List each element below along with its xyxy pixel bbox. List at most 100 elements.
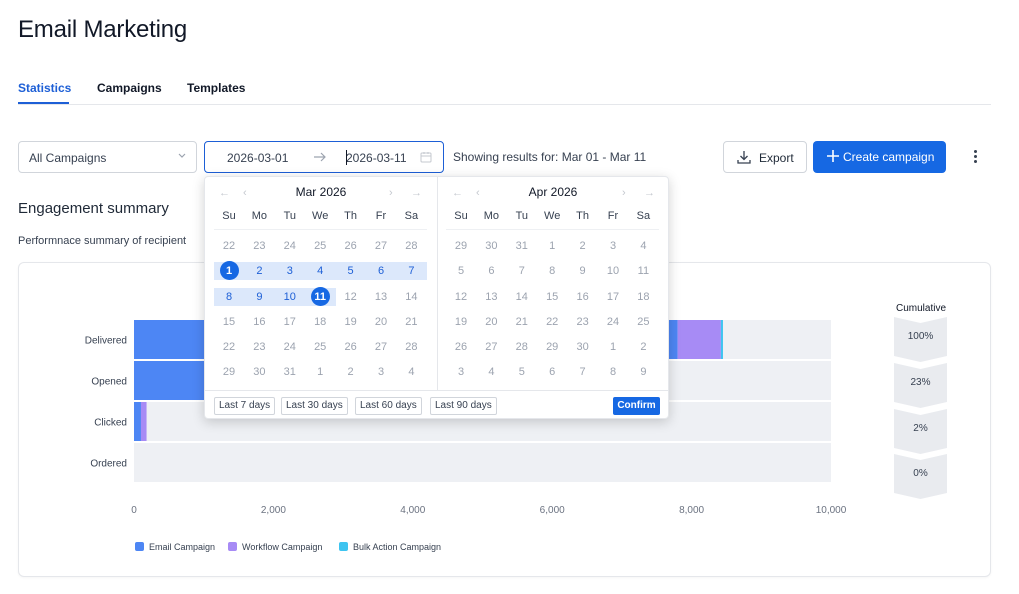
calendar-day[interactable]: 6 [537,363,567,381]
calendar-day[interactable]: 4 [628,237,658,255]
next-month-icon[interactable]: › [389,187,393,199]
calendar-day[interactable]: 8 [214,288,244,306]
legend-item[interactable]: Bulk Action Campaign [339,542,441,552]
calendar-day[interactable]: 26 [446,338,476,356]
calendar-day[interactable]: 3 [366,363,396,381]
calendar-day[interactable]: 19 [336,313,366,331]
next-year-icon[interactable]: → [411,187,422,199]
calendar-day[interactable]: 17 [598,288,628,306]
confirm-button[interactable]: Confirm [613,397,660,415]
calendar-day[interactable]: 19 [446,313,476,331]
calendar-day[interactable]: 8 [598,363,628,381]
calendar-day[interactable]: 31 [275,363,305,381]
calendar-day[interactable]: 2 [336,363,366,381]
calendar-day[interactable]: 3 [446,363,476,381]
calendar-day[interactable]: 28 [396,338,426,356]
preset-last-7-days[interactable]: Last 7 days [214,397,276,415]
calendar-day[interactable]: 14 [507,288,537,306]
calendar-day[interactable]: 28 [507,338,537,356]
prev-month-icon[interactable]: ‹ [476,187,480,199]
calendar-day[interactable]: 5 [446,262,476,280]
calendar-day[interactable]: 27 [476,338,506,356]
calendar-day[interactable]: 22 [537,313,567,331]
calendar-day[interactable]: 25 [305,338,335,356]
calendar-day[interactable]: 29 [537,338,567,356]
calendar-day[interactable]: 27 [366,237,396,255]
calendar-day[interactable]: 2 [628,338,658,356]
calendar-day[interactable]: 29 [214,363,244,381]
calendar-day[interactable]: 30 [244,363,274,381]
calendar-day[interactable]: 25 [305,237,335,255]
calendar-day[interactable]: 29 [446,237,476,255]
calendar-day[interactable]: 9 [628,363,658,381]
calendar-day[interactable]: 12 [336,288,366,306]
calendar-day[interactable]: 11 [628,262,658,280]
calendar-day[interactable]: 21 [396,313,426,331]
calendar-day[interactable]: 2 [568,237,598,255]
calendar-day[interactable]: 15 [214,313,244,331]
calendar-day[interactable]: 18 [628,288,658,306]
next-month-icon[interactable]: › [622,187,626,199]
calendar-day[interactable]: 12 [446,288,476,306]
calendar-day[interactable]: 25 [628,313,658,331]
calendar-day[interactable]: 23 [568,313,598,331]
calendar-day[interactable]: 3 [275,262,305,280]
calendar-day[interactable]: 31 [507,237,537,255]
calendar-day[interactable]: 6 [366,262,396,280]
calendar-day[interactable]: 7 [507,262,537,280]
calendar-day[interactable]: 1 [537,237,567,255]
calendar-day[interactable]: 7 [396,262,426,280]
calendar-day[interactable]: 6 [476,262,506,280]
prev-year-icon[interactable]: ← [219,187,230,199]
calendar-day[interactable]: 24 [275,237,305,255]
preset-last-30-days[interactable]: Last 30 days [281,397,348,415]
calendar-day[interactable]: 16 [568,288,598,306]
preset-last-90-days[interactable]: Last 90 days [430,397,497,415]
calendar-day[interactable]: 18 [305,313,335,331]
calendar-day[interactable]: 15 [537,288,567,306]
calendar-day[interactable]: 30 [568,338,598,356]
calendar-day[interactable]: 9 [244,288,274,306]
calendar-day[interactable]: 23 [244,237,274,255]
calendar-day[interactable]: 3 [598,237,628,255]
calendar-day[interactable]: 22 [214,237,244,255]
calendar-day[interactable]: 16 [244,313,274,331]
calendar-day[interactable]: 27 [366,338,396,356]
calendar-day[interactable]: 30 [476,237,506,255]
calendar-day[interactable]: 1 [598,338,628,356]
calendar-day[interactable]: 4 [396,363,426,381]
calendar-day[interactable]: 22 [214,338,244,356]
calendar-day[interactable]: 14 [396,288,426,306]
calendar-day[interactable]: 17 [275,313,305,331]
calendar-day[interactable]: 2 [244,262,274,280]
calendar-day[interactable]: 24 [275,338,305,356]
calendar-day[interactable]: 5 [507,363,537,381]
prev-month-icon[interactable]: ‹ [243,187,247,199]
calendar-day[interactable]: 13 [476,288,506,306]
calendar-day[interactable]: 24 [598,313,628,331]
calendar-day[interactable]: 13 [366,288,396,306]
calendar-day[interactable]: 20 [476,313,506,331]
calendar-day-selected[interactable]: 11 [305,287,335,306]
calendar-day[interactable]: 26 [336,338,366,356]
calendar-day-selected[interactable]: 1 [214,261,244,280]
calendar-day[interactable]: 20 [366,313,396,331]
calendar-day[interactable]: 9 [568,262,598,280]
calendar-day[interactable]: 4 [305,262,335,280]
legend-item[interactable]: Workflow Campaign [228,542,322,552]
preset-last-60-days[interactable]: Last 60 days [355,397,422,415]
calendar-day[interactable]: 21 [507,313,537,331]
calendar-day[interactable]: 10 [598,262,628,280]
calendar-day[interactable]: 1 [305,363,335,381]
calendar-day[interactable]: 5 [336,262,366,280]
calendar-day[interactable]: 4 [476,363,506,381]
calendar-day[interactable]: 7 [568,363,598,381]
calendar-day[interactable]: 26 [336,237,366,255]
next-year-icon[interactable]: → [644,187,655,199]
prev-year-icon[interactable]: ← [452,187,463,199]
legend-item[interactable]: Email Campaign [135,542,215,552]
calendar-day[interactable]: 10 [275,288,305,306]
calendar-day[interactable]: 28 [396,237,426,255]
calendar-day[interactable]: 8 [537,262,567,280]
calendar-day[interactable]: 23 [244,338,274,356]
